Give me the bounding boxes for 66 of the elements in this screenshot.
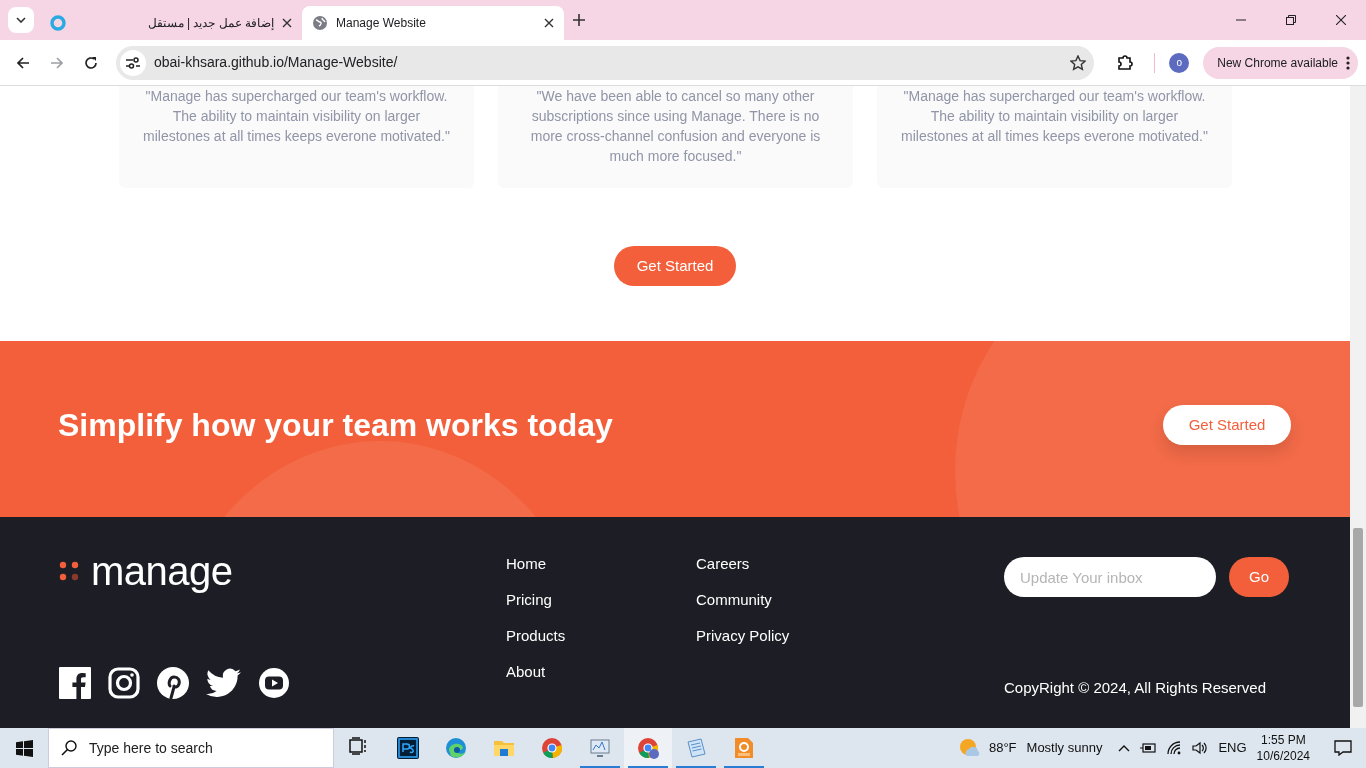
email-input-field[interactable]: Update Your inbox: [1004, 557, 1216, 597]
document-icon: [733, 737, 755, 759]
tab-search-button[interactable]: [8, 7, 34, 33]
profile-avatar[interactable]: o: [1169, 52, 1190, 73]
weather-text: Mostly sunny: [1026, 739, 1103, 758]
notification-icon[interactable]: [1334, 740, 1352, 756]
restore-icon[interactable]: [1286, 15, 1296, 25]
play-circle-icon[interactable]: [258, 667, 290, 699]
ring-favicon-icon: [50, 15, 66, 31]
banner-heading: Simplify how your team works today: [58, 406, 613, 445]
address-bar[interactable]: obai-khsara.github.io/Manage-Website/: [116, 45, 1095, 80]
back-arrow-icon: [16, 55, 30, 70]
close-icon[interactable]: [544, 18, 554, 28]
bookmark-star-icon[interactable]: [1070, 54, 1087, 71]
footer-link[interactable]: Home: [506, 553, 696, 575]
footer-link[interactable]: Pricing: [506, 589, 696, 611]
instagram-icon[interactable]: [108, 667, 140, 699]
forward-arrow-icon: [50, 55, 64, 70]
tune-icon: [126, 56, 140, 69]
plus-icon: [573, 14, 585, 26]
app-tile-icon: [397, 737, 419, 759]
footer-link[interactable]: Privacy Policy: [696, 625, 896, 647]
testimonial-quote: "Manage has supercharged our team's workflow. The ability to maintain visibility on larger milestones at all times keeps everone motivated.": [142, 87, 451, 146]
close-icon[interactable]: [282, 18, 292, 28]
tab-title: Manage Website: [336, 15, 427, 32]
bird-icon[interactable]: [206, 667, 241, 699]
testimonial-quote: "Manage has supercharged our team's workflow. The ability to maintain visibility on larger milestones at all times keeps everone motivated.": [900, 87, 1209, 146]
footer-link[interactable]: Community: [696, 589, 896, 611]
reload-icon: [84, 55, 98, 70]
globe-icon: [312, 15, 328, 31]
copyright-text: CopyRight © 2024, All Rights Reserved: [1004, 677, 1268, 698]
scrollbar-thumb[interactable]: [1353, 528, 1363, 707]
volume-icon[interactable]: [1192, 741, 1209, 755]
monitor-icon: [589, 737, 611, 759]
chevron-up-icon[interactable]: [1118, 744, 1131, 752]
chevron-down-icon: [16, 17, 26, 23]
tab-title: إضافة عمل جديد | مستقل: [146, 15, 274, 32]
puzzle-icon: [1117, 54, 1134, 71]
wifi-icon[interactable]: [1166, 741, 1183, 755]
close-icon[interactable]: [1336, 15, 1346, 25]
swirl-icon: [445, 737, 467, 759]
scrollbar[interactable]: [1350, 86, 1366, 728]
footer-link[interactable]: Careers: [696, 553, 896, 575]
clock-time[interactable]: 1:55 PM: [1256, 732, 1310, 748]
testimonial-quote: "We have been able to cancel so many other subscriptions since using Manage. There is no more cross-channel confusion and everyone is much more focused.": [529, 87, 822, 166]
kebab-menu-icon: [1346, 55, 1350, 70]
facebook-icon[interactable]: [59, 667, 91, 699]
weather-icon: [958, 738, 981, 758]
browser-icon: [637, 737, 659, 759]
battery-icon[interactable]: [1140, 742, 1157, 754]
windows-logo-icon: [15, 739, 33, 757]
clock-date[interactable]: 10/6/2024: [1256, 748, 1310, 764]
browser-tab[interactable]: إضافة عمل جديد | مستقل: [40, 6, 302, 40]
search-icon: [61, 740, 77, 756]
logo-dots-icon: [59, 561, 79, 581]
browser-tab[interactable]: Manage Website: [302, 6, 564, 40]
browser-icon: [541, 737, 563, 759]
footer-link[interactable]: About: [506, 661, 696, 683]
notepad-icon: [685, 737, 707, 759]
footer-link[interactable]: Products: [506, 625, 696, 647]
weather-temperature: 88°F: [988, 739, 1017, 758]
url-text: obai-khsara.github.io/Manage-Website/: [154, 53, 399, 72]
update-button[interactable]: New Chrome available: [1203, 46, 1358, 79]
taskbar-search-field[interactable]: Type here to search: [48, 728, 334, 768]
pinterest-icon[interactable]: [157, 667, 189, 699]
language-indicator[interactable]: ENG: [1218, 738, 1247, 758]
